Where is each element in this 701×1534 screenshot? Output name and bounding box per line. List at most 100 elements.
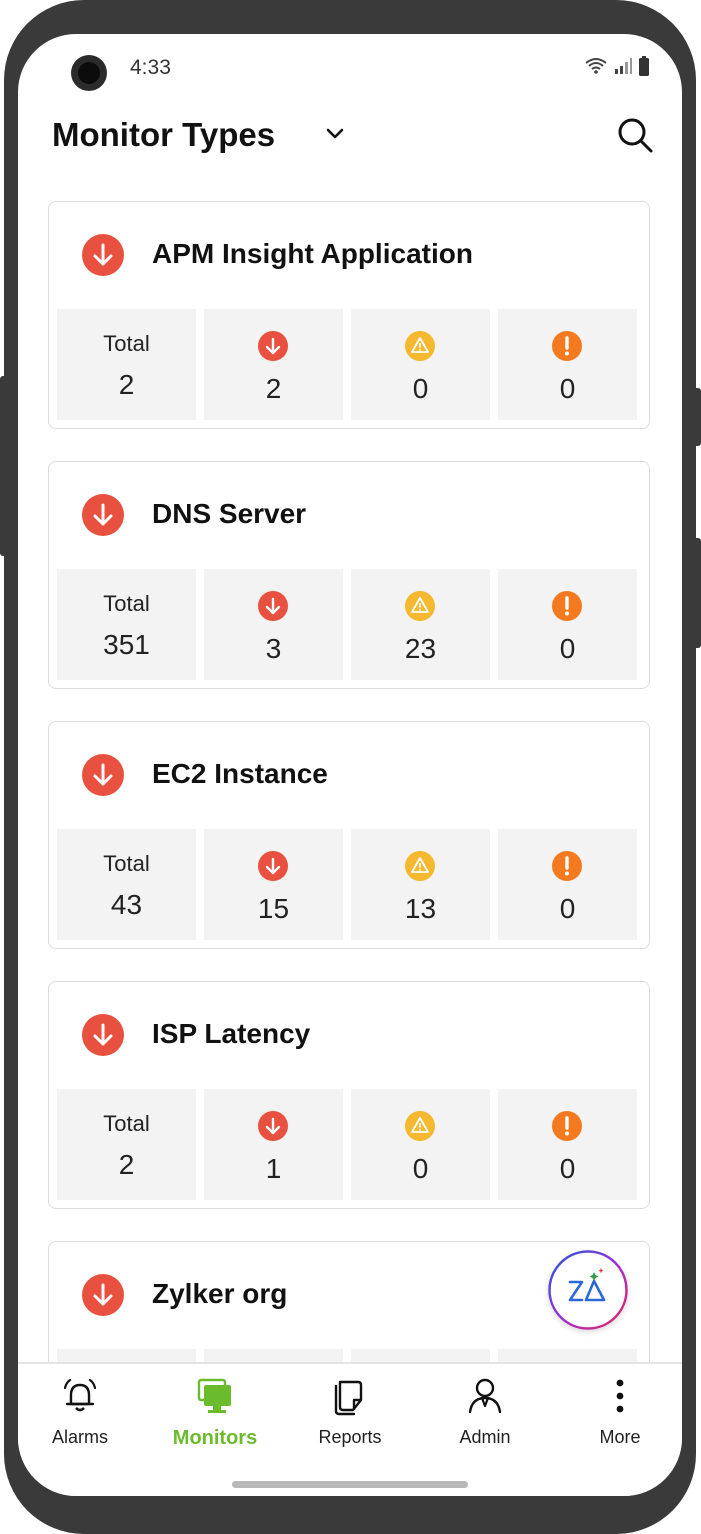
stat-total[interactable]: Total 351 <box>57 569 196 680</box>
status-time: 4:33 <box>130 56 171 79</box>
wifi-icon <box>585 58 607 74</box>
page-title[interactable]: Monitor Types <box>52 116 275 154</box>
phone-side-button <box>693 388 701 446</box>
monitors-icon <box>197 1378 231 1413</box>
stat-down[interactable]: 2 <box>204 309 343 420</box>
card-stats: Total 43 15 13 0 <box>57 829 637 940</box>
stat-critical-value: 0 <box>559 633 576 664</box>
warning-icon <box>405 1111 435 1141</box>
down-status-icon <box>82 1014 124 1056</box>
nav-item-monitors[interactable]: Monitors <box>155 1376 275 1450</box>
zia-assistant-button[interactable] <box>548 1250 628 1330</box>
monitor-type-card[interactable]: DNS Server Total 351 3 23 0 <box>48 461 650 689</box>
down-status-icon <box>82 494 124 536</box>
reports-icon <box>334 1380 363 1416</box>
warning-icon <box>405 591 435 621</box>
stat-trouble-value: 0 <box>412 373 429 404</box>
battery-icon <box>639 56 649 76</box>
stat-trouble[interactable]: 0 <box>351 1089 490 1200</box>
nav-item-admin[interactable]: Admin <box>425 1376 545 1448</box>
stat-total-label: Total <box>103 331 150 356</box>
stat-trouble-value: 23 <box>404 633 437 664</box>
stat-down-value: 3 <box>265 633 282 664</box>
down-arrow-icon <box>258 851 288 881</box>
status-icons <box>584 56 650 76</box>
home-indicator[interactable] <box>232 1481 468 1488</box>
zia-icon <box>548 1250 628 1330</box>
card-stats: Total 351 3 23 0 <box>57 569 637 680</box>
down-status-icon <box>82 754 124 796</box>
monitor-type-card[interactable]: ISP Latency Total 2 1 0 0 <box>48 981 650 1209</box>
stat-critical[interactable]: 0 <box>498 309 637 420</box>
monitor-type-card[interactable]: EC2 Instance Total 43 15 13 0 <box>48 721 650 949</box>
card-stats: Total 2 2 0 0 <box>57 309 637 420</box>
stat-total[interactable]: Total 2 <box>57 309 196 420</box>
stat-total-value: 2 <box>118 369 135 400</box>
nav-label: Reports <box>318 1427 382 1447</box>
stat-down-value: 15 <box>257 893 290 924</box>
critical-icon <box>552 331 582 361</box>
front-camera <box>71 55 107 91</box>
stat-total-label: Total <box>103 851 150 876</box>
stat-critical-value: 0 <box>559 373 576 404</box>
bottom-nav: Alarms Monitors Reports Admin More <box>18 1362 682 1496</box>
stat-trouble[interactable]: 23 <box>351 569 490 680</box>
stat-critical[interactable]: 0 <box>498 829 637 940</box>
stat-total-value: 2 <box>118 1149 135 1180</box>
stat-total-label: Total <box>103 591 150 616</box>
stat-down-value: 2 <box>265 373 282 404</box>
more-vertical-icon <box>616 1379 624 1413</box>
stat-critical-value: 0 <box>559 1153 576 1184</box>
card-title: Zylker org <box>152 1278 288 1309</box>
critical-icon <box>552 1111 582 1141</box>
screen: 4:33 Monitor Types APM Insight Applicati… <box>18 34 682 1496</box>
stat-down[interactable]: 15 <box>204 829 343 940</box>
stat-total[interactable]: Total 43 <box>57 829 196 940</box>
search-icon[interactable] <box>616 116 654 154</box>
warning-icon <box>405 331 435 361</box>
critical-icon <box>552 851 582 881</box>
stat-critical[interactable]: 0 <box>498 1089 637 1200</box>
stat-down[interactable]: 1 <box>204 1089 343 1200</box>
down-status-icon <box>82 234 124 276</box>
stat-trouble[interactable]: 13 <box>351 829 490 940</box>
card-title: ISP Latency <box>152 1018 311 1049</box>
nav-item-reports[interactable]: Reports <box>290 1376 410 1448</box>
stat-total[interactable]: Total 2 <box>57 1089 196 1200</box>
stat-trouble-value: 0 <box>412 1153 429 1184</box>
phone-side-button <box>693 538 701 648</box>
nav-label: More <box>599 1427 641 1447</box>
card-stats: Total 2 1 0 0 <box>57 1089 637 1200</box>
nav-item-alarms[interactable]: Alarms <box>20 1376 140 1448</box>
stat-down[interactable]: 3 <box>204 569 343 680</box>
monitor-type-card[interactable]: APM Insight Application Total 2 2 0 0 <box>48 201 650 429</box>
stat-trouble[interactable]: 0 <box>351 309 490 420</box>
status-bar: 4:33 <box>18 34 682 104</box>
nav-item-more[interactable]: More <box>560 1376 680 1448</box>
down-status-icon <box>82 1274 124 1316</box>
card-title: EC2 Instance <box>152 758 328 789</box>
stat-critical-value: 0 <box>559 893 576 924</box>
phone-side-button <box>0 376 8 556</box>
stat-trouble-value: 13 <box>404 893 437 924</box>
stat-down-value: 1 <box>265 1153 282 1184</box>
nav-label: Admin <box>459 1427 511 1447</box>
down-arrow-icon <box>258 591 288 621</box>
down-arrow-icon <box>258 1111 288 1141</box>
admin-icon <box>468 1378 502 1414</box>
card-title: APM Insight Application <box>152 238 473 269</box>
bell-icon <box>63 1378 97 1412</box>
signal-icon <box>615 58 632 74</box>
stat-critical[interactable]: 0 <box>498 569 637 680</box>
stat-total-value: 351 <box>103 629 150 660</box>
nav-label: Monitors <box>172 1427 258 1449</box>
critical-icon <box>552 591 582 621</box>
stat-total-label: Total <box>103 1111 150 1136</box>
app-bar: Monitor Types <box>18 104 682 164</box>
chevron-down-icon[interactable] <box>324 126 346 142</box>
nav-label: Alarms <box>51 1427 108 1447</box>
card-title: DNS Server <box>152 498 307 529</box>
warning-icon <box>405 851 435 881</box>
stat-total-value: 43 <box>110 889 143 920</box>
down-arrow-icon <box>258 331 288 361</box>
